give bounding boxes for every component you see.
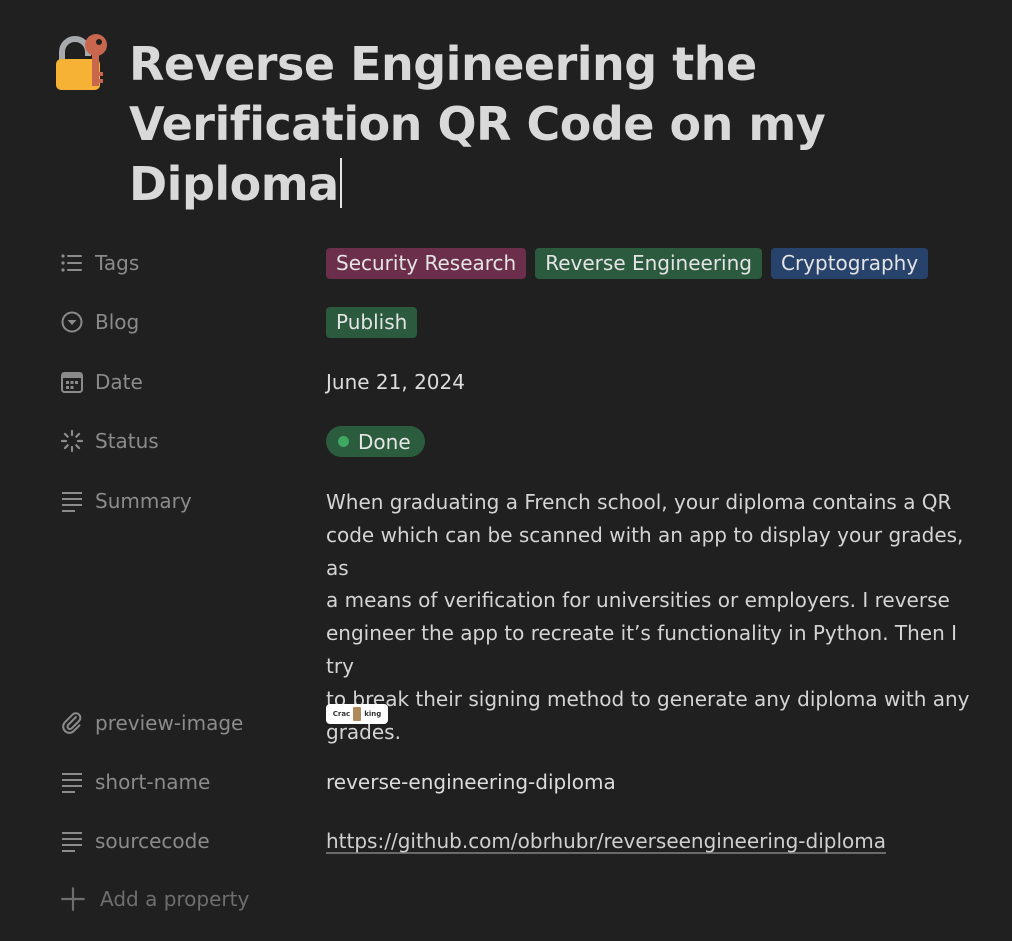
property-label-text: Blog [95,310,140,334]
property-label-sourcecode[interactable]: sourcecode [60,826,210,856]
short-name-value[interactable]: reverse-engineering-diploma [326,767,616,797]
property-label-tags[interactable]: Tags [60,248,139,278]
summary-value[interactable]: When graduating a French school, your di… [326,486,974,748]
text-lines-icon [62,492,82,512]
blog-value[interactable]: Publish [326,307,426,338]
lock-with-key-icon[interactable] [54,30,114,92]
status-dot [338,436,349,447]
preview-image-value[interactable]: Crac king [326,704,388,724]
tag-cryptography[interactable]: Cryptography [770,248,929,279]
calendar-icon [61,372,83,393]
text-lines-icon [62,773,82,793]
page-title[interactable]: Reverse Engineering the Verification QR … [129,34,889,214]
property-label-preview-image[interactable]: preview-image [60,708,243,738]
status-pill-done[interactable]: Done [326,426,425,457]
add-property-label: Add a property [100,887,250,911]
summary-line: a means of verification for universities… [326,588,950,613]
add-property-button[interactable]: Add a property [60,886,249,912]
property-label-date[interactable]: Date [60,367,143,397]
date-value[interactable]: June 21, 2024 [326,367,465,397]
text-lines-icon [62,832,82,852]
circle-chevron-down-icon [61,311,83,333]
summary-line: engineer the app to recreate it’s functi… [326,621,958,678]
property-label-text: Summary [95,489,192,513]
tag-security-research[interactable]: Security Research [326,248,527,279]
summary-line: When graduating a French school, your di… [326,490,952,514]
property-label-status[interactable]: Status [60,426,159,456]
property-label-summary[interactable]: Summary [60,486,192,516]
property-label-blog[interactable]: Blog [60,307,139,337]
thumbnail-figure [353,707,362,721]
summary-line: code which can be scanned with an app to… [326,522,964,580]
select-option-publish[interactable]: Publish [326,307,418,338]
status-text: Done [358,429,411,454]
title-line: Reverse Engineering the [129,37,757,91]
title-line: Verification QR Code on my [129,97,826,151]
tags-value[interactable]: Security Research Reverse Engineering Cryp… [326,248,937,279]
thumbnail-text: Crac [332,710,351,718]
property-label-text: short-name [95,770,211,794]
title-line: Diploma [129,157,339,211]
thumbnail-text: king [364,710,382,718]
text-caret [339,158,342,208]
property-label-text: Status [95,429,159,453]
property-label-text: Tags [95,251,140,275]
status-spinner-icon [60,429,84,453]
property-label-text: sourcecode [95,829,210,853]
list-icon [61,254,82,272]
plus-icon [61,887,85,911]
summary-line: to break their signing method to generat… [326,686,970,711]
property-label-text: preview-image [95,711,244,735]
sourcecode-value[interactable]: https://github.com/obrhubr/reverseengine… [326,826,886,856]
property-label-text: Date [95,370,143,394]
tag-reverse-engineering[interactable]: Reverse Engineering [535,248,762,279]
property-label-short-name[interactable]: short-name [60,767,210,797]
sourcecode-link[interactable]: https://github.com/obrhubr/reverseengine… [326,829,886,853]
summary-line: grades. [326,719,401,744]
paperclip-icon [62,712,82,734]
status-value[interactable]: Done [326,426,425,457]
preview-image-thumbnail[interactable]: Crac king [326,704,388,724]
